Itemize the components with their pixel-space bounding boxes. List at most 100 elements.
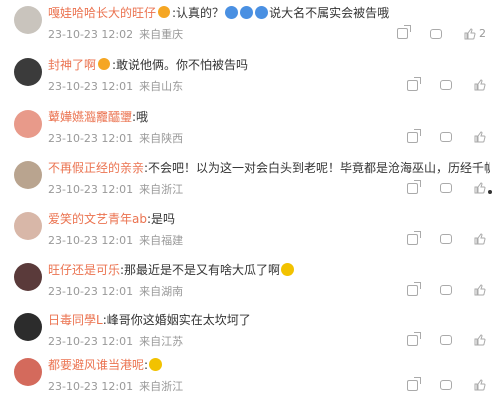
- comment-date: 23-10-23 12:01: [48, 80, 134, 93]
- comment-line: 封神了啊 :敢说他俩。你不怕被告吗: [48, 57, 490, 73]
- comment-date: 23-10-23 12:01: [48, 234, 134, 247]
- share-icon[interactable]: [407, 179, 421, 194]
- commenter-nickname[interactable]: 不再假正经的亲亲: [48, 161, 144, 175]
- comment-text: :不会吧！以为这一对会白头到老呢！毕竟都是沧海巫山，历经千帆的主: [144, 161, 490, 175]
- thumbs-up-icon: [464, 27, 476, 40]
- thumbs-up-icon[interactable]: [474, 233, 486, 245]
- doge-emoji-icon: [255, 6, 269, 19]
- comment-icon[interactable]: [440, 380, 452, 390]
- sweat-emoji-icon: [281, 263, 295, 276]
- comment-meta: 23-10-23 12:01 来自陕西: [48, 130, 183, 146]
- share-icon[interactable]: [407, 281, 421, 296]
- comment-line: 不再假正经的亲亲:不会吧！以为这一对会白头到老呢！毕竟都是沧海巫山，历经千帆的主: [48, 160, 490, 176]
- vip-badge-icon: [98, 58, 111, 70]
- comment-icon[interactable]: [430, 28, 442, 39]
- share-icon[interactable]: [407, 76, 421, 91]
- commenter-nickname[interactable]: 都要避风谁当港呢: [48, 358, 144, 372]
- avatar[interactable]: [14, 58, 42, 86]
- comment-date: 23-10-23 12:01: [48, 285, 134, 298]
- comment-actions: [407, 331, 486, 346]
- comment-text: :那最近是不是又有啥大瓜了啊: [120, 263, 281, 277]
- avatar[interactable]: [14, 358, 42, 386]
- comment-icon[interactable]: [440, 285, 452, 295]
- comment-meta: 23-10-23 12:01 来自湖南: [48, 283, 183, 299]
- comment-actions: 2: [397, 25, 486, 40]
- comment-location: 来自江苏: [139, 335, 184, 348]
- like-button[interactable]: 2: [464, 27, 486, 40]
- comment-text: :敢说他俩。你不怕被告吗: [112, 58, 249, 72]
- comment-meta: 23-10-23 12:01 来自浙江: [48, 181, 183, 197]
- thumbs-up-icon[interactable]: [474, 284, 486, 296]
- commenter-nickname[interactable]: 日毒同學L: [48, 313, 103, 327]
- comment-text: :是吗: [146, 212, 176, 226]
- comment-location: 来自重庆: [139, 28, 184, 41]
- share-icon[interactable]: [397, 25, 411, 39]
- comment-item: 日毒同學L:峰哥你这婚姻实在太坎坷了 23-10-23 12:01 来自江苏: [0, 307, 500, 357]
- thumbs-up-icon[interactable]: [474, 131, 486, 143]
- comment-actions: [407, 128, 486, 143]
- comment-meta: 23-10-23 12:01 来自浙江: [48, 378, 183, 394]
- comment-icon[interactable]: [440, 80, 452, 90]
- vip-badge-icon: [158, 6, 171, 18]
- share-icon[interactable]: [407, 331, 421, 346]
- comment-icon[interactable]: [440, 132, 452, 142]
- comment-date: 23-10-23 12:01: [48, 335, 134, 348]
- comment-icon[interactable]: [440, 183, 452, 193]
- commenter-nickname[interactable]: 旺仔还是可乐: [48, 263, 120, 277]
- avatar[interactable]: [14, 313, 42, 341]
- share-icon[interactable]: [407, 128, 421, 143]
- avatar[interactable]: [14, 161, 42, 189]
- commenter-nickname[interactable]: 封神了啊: [48, 58, 96, 72]
- thumbs-up-icon[interactable]: [474, 334, 486, 346]
- comment-list: 嘎娃哈哈长大的旺仔 :认真的？ 说大名不属实会被告哦 23-10-23 12:02 来…: [0, 0, 500, 400]
- thumbs-up-icon[interactable]: [474, 182, 486, 194]
- comment-text: :哦: [132, 110, 149, 124]
- comment-text-continued: 说大名不属实会被告哦: [269, 6, 390, 20]
- comment-line: 旺仔还是可乐:那最近是不是又有啥大瓜了啊: [48, 262, 490, 278]
- comment-item: 爱笑的文艺青年ab:是吗 23-10-23 12:01 来自福建: [0, 206, 500, 256]
- comment-actions: [407, 376, 486, 391]
- comment-line: 爱笑的文艺青年ab:是吗: [48, 211, 490, 227]
- share-icon[interactable]: [407, 230, 421, 245]
- comment-actions: [407, 281, 486, 296]
- avatar[interactable]: [14, 212, 42, 240]
- comment-location: 来自湖南: [139, 285, 184, 298]
- thumbs-up-icon[interactable]: [474, 379, 486, 391]
- scroll-indicator: [488, 190, 492, 194]
- comment-date: 23-10-23 12:01: [48, 132, 134, 145]
- thinking-emoji-icon: [149, 358, 163, 371]
- comment-date: 23-10-23 12:01: [48, 380, 134, 393]
- comment-text: :峰哥你这婚姻实在太坎坷了: [102, 313, 251, 327]
- comment-icon[interactable]: [440, 234, 452, 244]
- comment-meta: 23-10-23 12:01 来自江苏: [48, 333, 183, 349]
- avatar[interactable]: [14, 6, 42, 34]
- comment-actions: [407, 230, 486, 245]
- comment-item: 都要避风谁当港呢: 23-10-23 12:01 来自浙江: [0, 352, 500, 402]
- share-icon[interactable]: [407, 376, 421, 391]
- comment-item: 嘎娃哈哈长大的旺仔 :认真的？ 说大名不属实会被告哦 23-10-23 12:02 来…: [0, 0, 500, 50]
- comment-location: 来自浙江: [139, 183, 184, 196]
- comment-text: :认真的？: [172, 6, 225, 20]
- comment-meta: 23-10-23 12:01 来自福建: [48, 232, 183, 248]
- commenter-nickname[interactable]: 鼙嬅嬿瀶龗醽瓕: [48, 110, 132, 124]
- comment-line: 都要避风谁当港呢:: [48, 357, 490, 373]
- comment-date: 23-10-23 12:02: [48, 28, 134, 41]
- comment-text: :: [144, 358, 149, 372]
- comment-meta: 23-10-23 12:02 来自重庆: [48, 26, 183, 42]
- comment-icon[interactable]: [440, 335, 452, 345]
- doge-emoji-icon: [240, 6, 254, 19]
- comment-location: 来自浙江: [139, 380, 184, 393]
- avatar[interactable]: [14, 110, 42, 138]
- commenter-nickname[interactable]: 爱笑的文艺青年ab: [48, 212, 147, 226]
- comment-location: 来自福建: [139, 234, 184, 247]
- comment-line: 日毒同學L:峰哥你这婚姻实在太坎坷了: [48, 312, 490, 328]
- avatar[interactable]: [14, 263, 42, 291]
- comment-location: 来自山东: [139, 80, 184, 93]
- comment-actions: [407, 76, 486, 91]
- comment-item: 不再假正经的亲亲:不会吧！以为这一对会白头到老呢！毕竟都是沧海巫山，历经千帆的主…: [0, 155, 500, 205]
- comment-line: 鼙嬅嬿瀶龗醽瓕:哦: [48, 109, 490, 125]
- thumbs-up-icon[interactable]: [474, 79, 486, 91]
- comment-item: 鼙嬅嬿瀶龗醽瓕:哦 23-10-23 12:01 来自陕西: [0, 104, 500, 154]
- commenter-nickname[interactable]: 嘎娃哈哈长大的旺仔: [48, 6, 156, 20]
- comment-line: 嘎娃哈哈长大的旺仔 :认真的？ 说大名不属实会被告哦: [48, 5, 490, 21]
